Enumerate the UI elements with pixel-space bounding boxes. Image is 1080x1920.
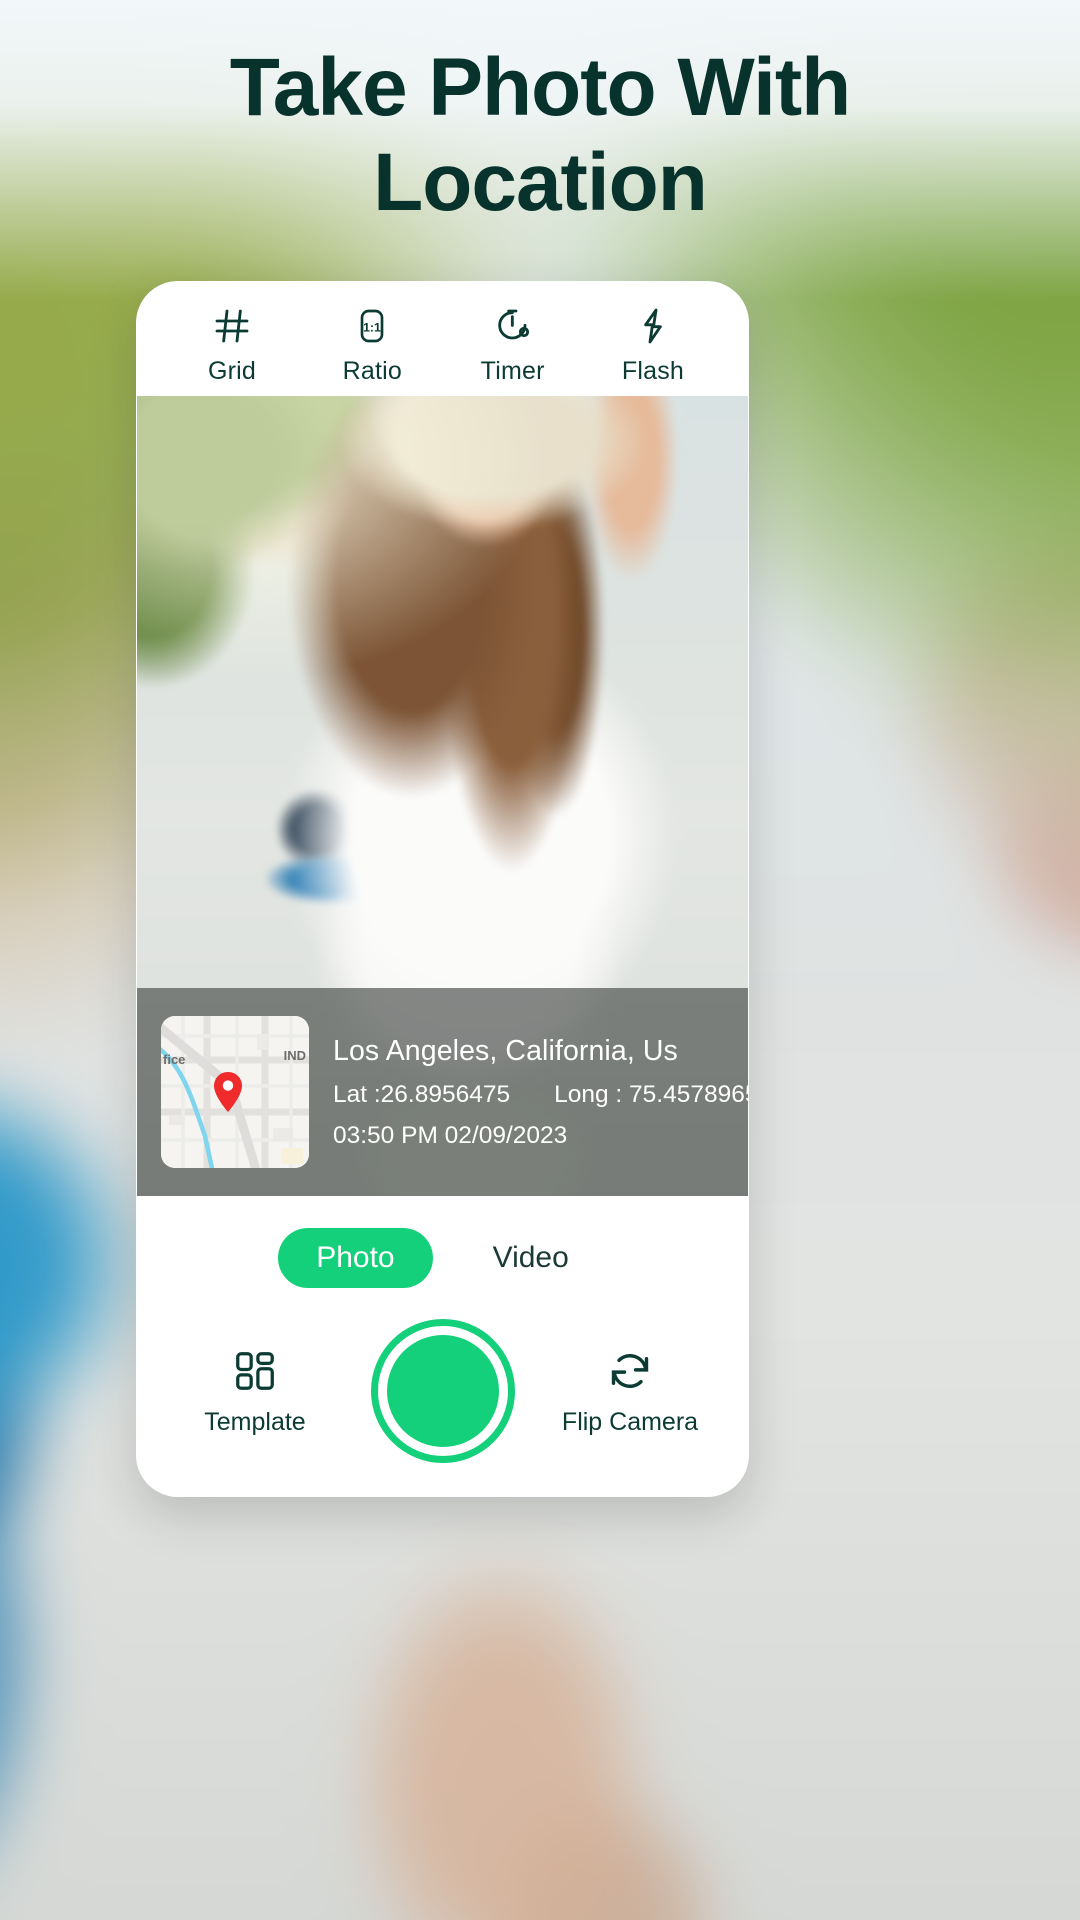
ratio-icon: 1:1 [352, 304, 392, 348]
location-coordinates: Lat :26.8956475 Long : 75.45789656 [333, 1080, 748, 1109]
minimap-label-left: fice [163, 1052, 186, 1068]
timer-icon [493, 304, 533, 348]
mode-video[interactable]: Video [455, 1228, 607, 1288]
flip-camera-label: Flip Camera [561, 1407, 699, 1436]
toolbar-item-timer[interactable]: Timer [457, 304, 569, 386]
camera-toolbar: Grid 1:1 Ratio Timer Flash [136, 281, 749, 396]
page-title: Take Photo With Location [229, 42, 852, 229]
flash-icon [633, 304, 673, 348]
toolbar-label-timer: Timer [480, 357, 545, 386]
flip-camera-button[interactable]: Flip Camera [555, 1346, 705, 1437]
grid-icon [212, 304, 252, 348]
location-longitude: Long : 75.45789656 [554, 1080, 748, 1108]
toolbar-label-flash: Flash [621, 357, 685, 386]
flip-camera-icon [607, 1346, 653, 1396]
shutter-button[interactable] [370, 1319, 515, 1463]
template-grid-icon [232, 1346, 278, 1396]
toolbar-item-grid[interactable]: Grid [176, 304, 288, 386]
phone-mockup-card: Grid 1:1 Ratio Timer Flash fice IND Los … [136, 281, 749, 1497]
location-stamp-overlay: fice IND Los Angeles, California, Us Lat… [137, 988, 748, 1197]
shutter-button-inner [386, 1335, 499, 1447]
location-minimap[interactable]: fice IND [161, 1016, 309, 1169]
toolbar-item-ratio[interactable]: 1:1 Ratio [316, 304, 428, 386]
svg-text:1:1: 1:1 [363, 321, 381, 335]
capture-mode-switch: Photo Video [136, 1196, 749, 1319]
template-button[interactable]: Template [180, 1346, 330, 1437]
toolbar-label-ratio: Ratio [342, 357, 403, 386]
toolbar-label-grid: Grid [207, 357, 257, 386]
template-label: Template [204, 1407, 306, 1436]
mode-photo[interactable]: Photo [278, 1227, 433, 1288]
location-timestamp: 03:50 PM 02/09/2023 [333, 1121, 568, 1149]
minimap-label-right: IND [283, 1048, 306, 1064]
toolbar-item-flash[interactable]: Flash [597, 304, 709, 386]
location-text-block: Los Angeles, California, Us Lat :26.8956… [333, 1034, 748, 1150]
camera-viewfinder[interactable]: fice IND Los Angeles, California, Us Lat… [137, 395, 748, 1197]
location-latitude: Lat :26.8956475 [333, 1080, 511, 1108]
location-place: Los Angeles, California, Us [333, 1034, 678, 1067]
map-pin-icon [214, 1072, 242, 1113]
camera-bottom-bar: Template Flip Camera [136, 1319, 749, 1497]
